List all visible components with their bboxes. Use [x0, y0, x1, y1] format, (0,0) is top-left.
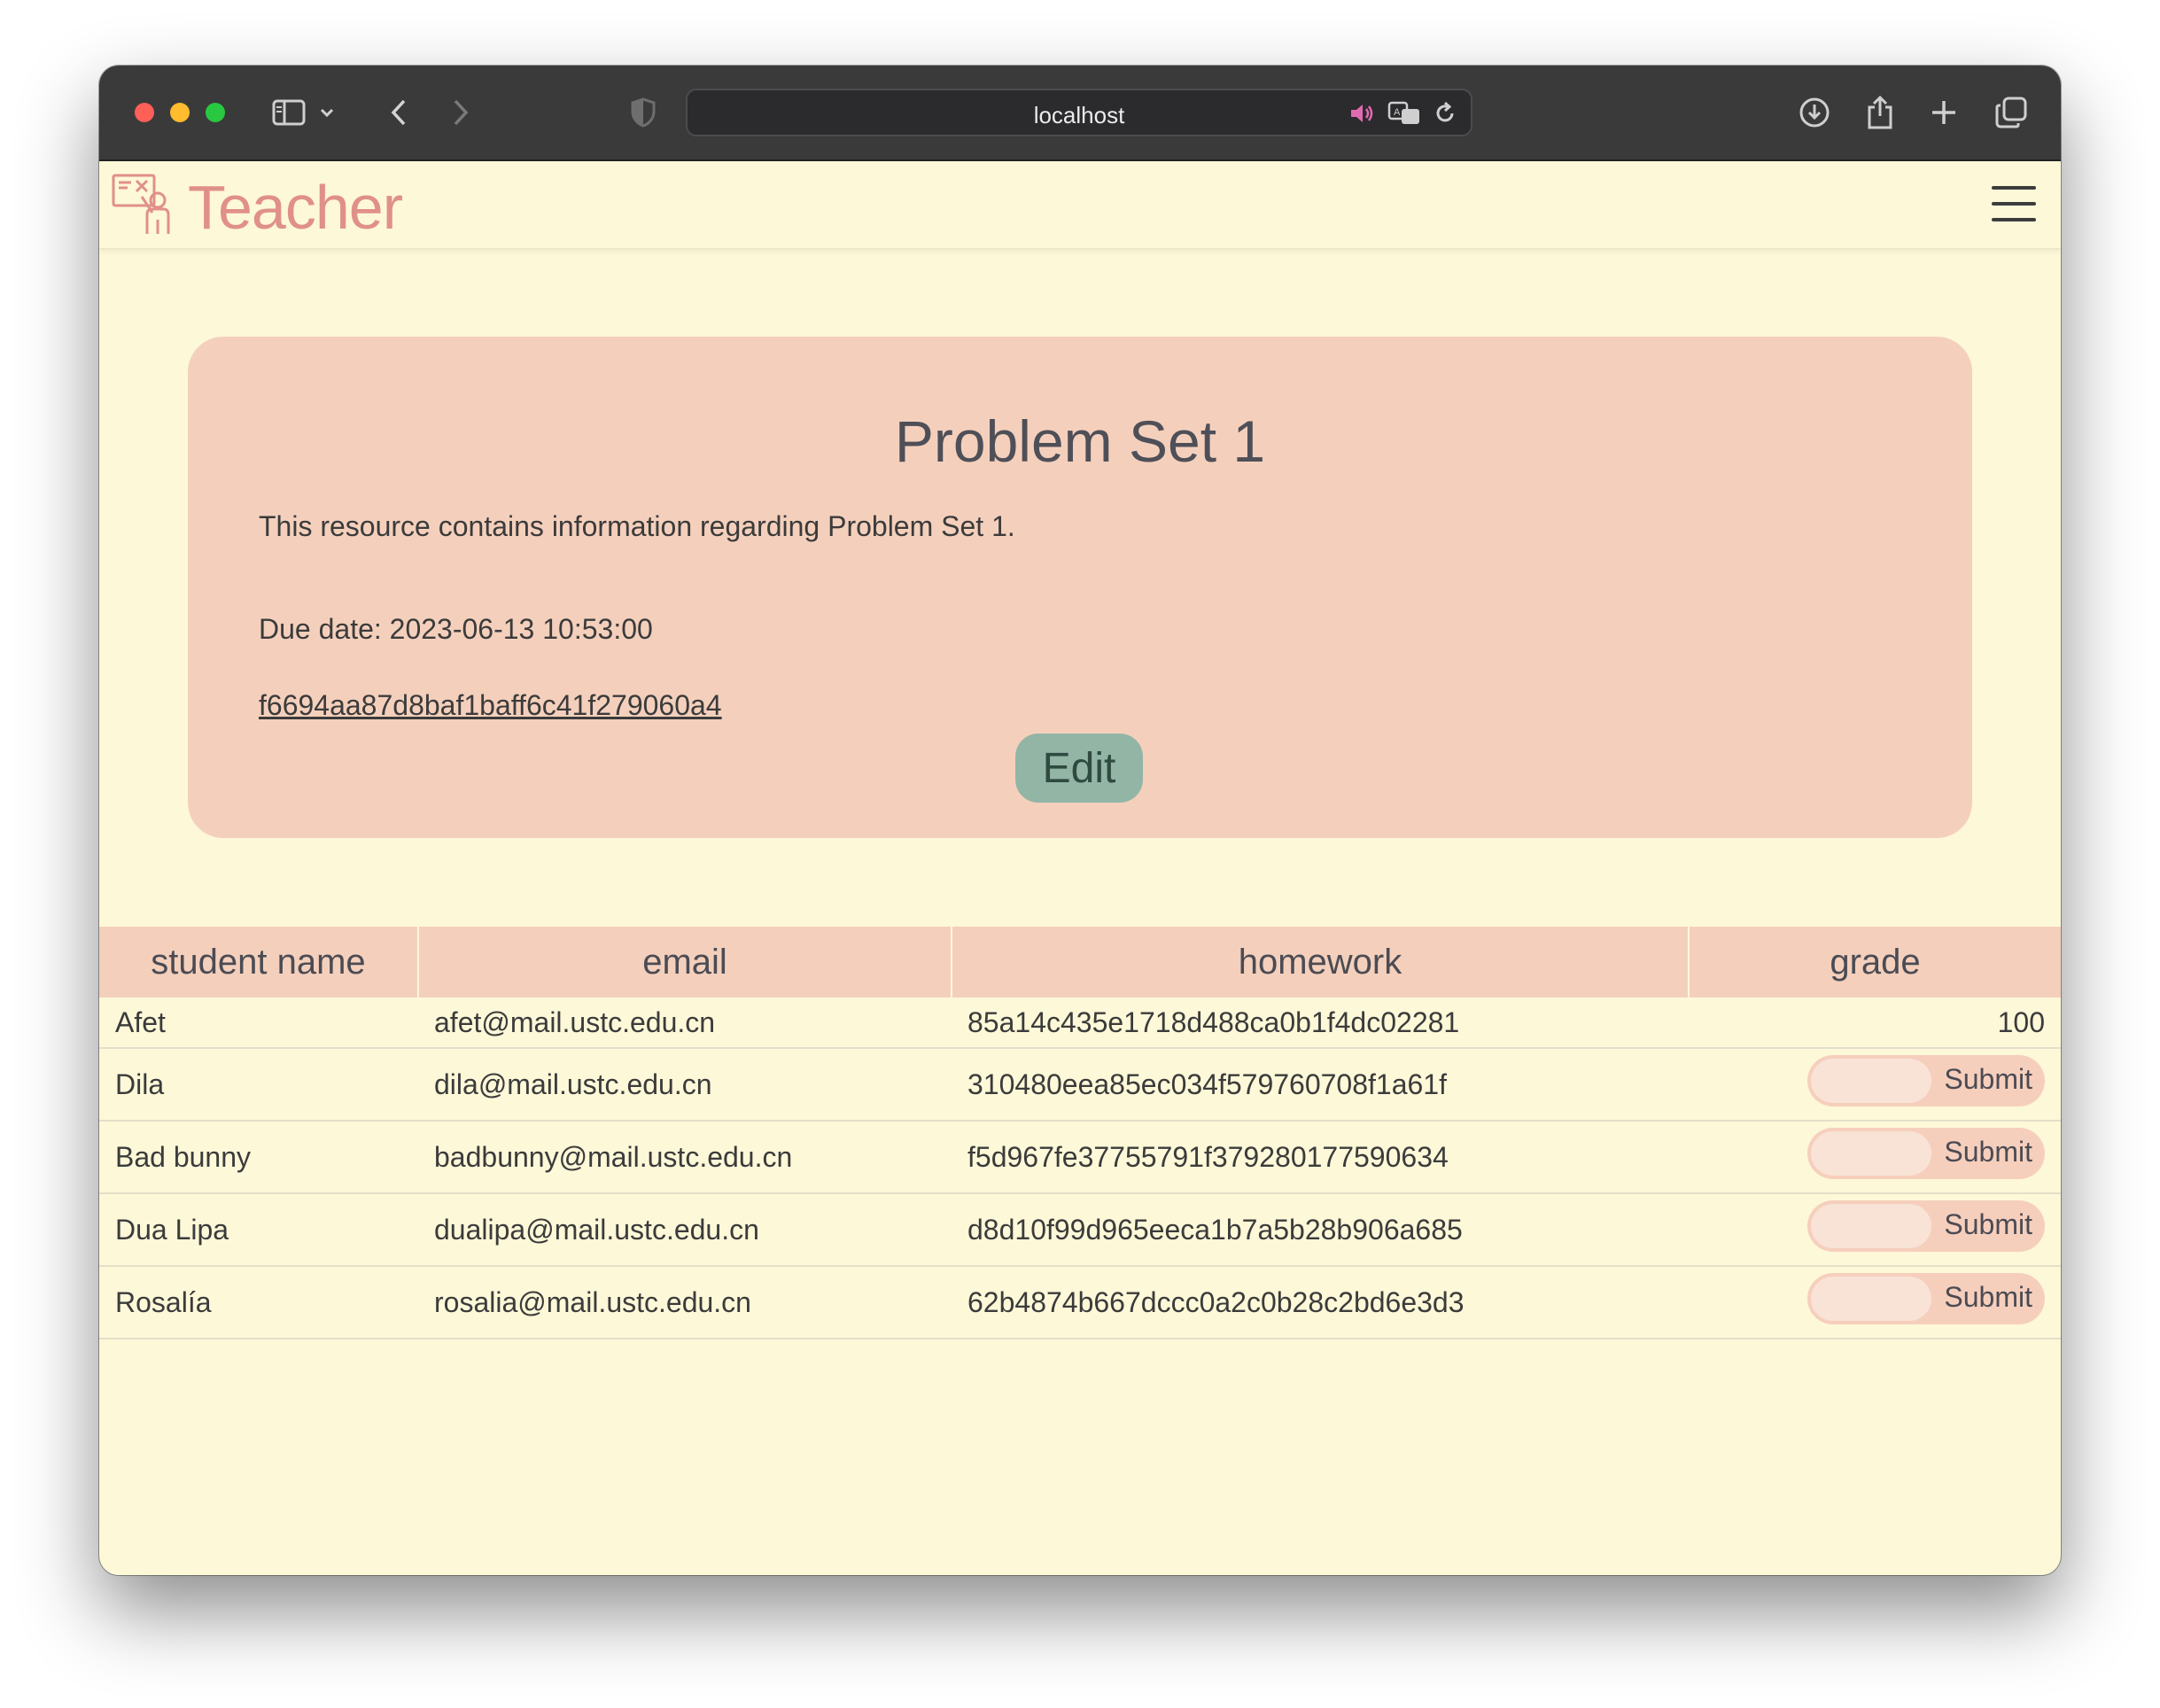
table-header-row: student name email homework grade — [99, 927, 2061, 998]
submit-grade-button[interactable]: Submit — [1944, 1281, 2032, 1314]
due-date: Due date: 2023-06-13 10:53:00 — [259, 613, 653, 645]
table-row: Afet afet@mail.ustc.edu.cn 85a14c435e171… — [99, 998, 2061, 1049]
table-row: Bad bunny badbunny@mail.ustc.edu.cn f5d9… — [99, 1121, 2061, 1194]
grade-cell: Submit — [1689, 1193, 2061, 1267]
homework-cell: d8d10f99d965eeca1b7a5b28b906a685 — [952, 1193, 1689, 1267]
back-icon[interactable] — [379, 92, 418, 133]
forward-icon[interactable] — [441, 92, 480, 133]
student-name-cell: Dila — [99, 1048, 418, 1122]
app-navbar: Teacher — [99, 161, 2061, 249]
column-header-email: email — [417, 927, 952, 998]
tab-overview-icon[interactable] — [1992, 92, 2031, 133]
chevron-down-icon[interactable] — [315, 92, 338, 133]
teacher-logo-icon[interactable] — [112, 172, 175, 242]
grade-cell: Submit — [1689, 1266, 2061, 1339]
grade-value: 100 — [1689, 998, 2061, 1049]
new-tab-icon[interactable] — [1924, 92, 1963, 133]
email-cell: badbunny@mail.ustc.edu.cn — [418, 1121, 952, 1194]
student-name-cell: Rosalía — [99, 1266, 418, 1339]
grade-cell: Submit — [1689, 1121, 2061, 1194]
grade-form: Submit — [1807, 1273, 2045, 1324]
grade-form: Submit — [1807, 1200, 2045, 1252]
downloads-icon[interactable] — [1795, 92, 1834, 133]
table-row: Rosalía rosalia@mail.ustc.edu.cn 62b4874… — [99, 1266, 2061, 1339]
browser-window: localhost A Teacher Problem Set 1 This r… — [99, 66, 2061, 1575]
resource-file-link[interactable]: f6694aa87d8baf1baff6c41f279060a4 — [259, 689, 722, 722]
privacy-shield-icon[interactable] — [624, 92, 663, 133]
student-name-cell: Dua Lipa — [99, 1193, 418, 1267]
table-row: Dila dila@mail.ustc.edu.cn 310480eea85ec… — [99, 1048, 2061, 1122]
brand-title[interactable]: Teacher — [188, 172, 403, 243]
menu-icon[interactable] — [1992, 186, 2036, 221]
grade-input[interactable] — [1811, 1204, 1931, 1248]
grade-form: Submit — [1807, 1055, 2045, 1106]
edit-button[interactable]: Edit — [1015, 734, 1143, 803]
translate-icon[interactable]: A — [1387, 101, 1421, 130]
grade-cell: Submit — [1689, 1048, 2061, 1122]
svg-text:A: A — [1394, 107, 1401, 118]
resource-card: Problem Set 1 This resource contains inf… — [188, 337, 1972, 838]
share-icon[interactable] — [1861, 92, 1900, 133]
audio-playing-icon[interactable] — [1348, 102, 1375, 129]
grade-form: Submit — [1807, 1128, 2045, 1179]
homework-cell: 62b4874b667dccc0a2c0b28c2bd6e3d3 — [952, 1266, 1689, 1339]
email-cell: rosalia@mail.ustc.edu.cn — [418, 1266, 952, 1339]
grade-input[interactable] — [1811, 1059, 1931, 1103]
table-row: Dua Lipa dualipa@mail.ustc.edu.cn d8d10f… — [99, 1193, 2061, 1267]
minimize-window-button[interactable] — [170, 103, 190, 122]
submit-grade-button[interactable]: Submit — [1944, 1136, 2032, 1168]
student-name-cell: Afet — [99, 998, 418, 1049]
homework-cell: f5d967fe37755791f379280177590634 — [952, 1121, 1689, 1194]
email-cell: dila@mail.ustc.edu.cn — [418, 1048, 952, 1122]
zoom-window-button[interactable] — [206, 103, 225, 122]
column-header-grade: grade — [1688, 927, 2061, 998]
address-bar[interactable]: localhost A — [686, 89, 1472, 136]
column-header-homework: homework — [951, 927, 1689, 998]
close-window-button[interactable] — [135, 103, 154, 122]
student-name-cell: Bad bunny — [99, 1121, 418, 1194]
grade-input[interactable] — [1811, 1277, 1931, 1321]
submissions-table: student name email homework grade Afet a… — [99, 927, 2061, 1339]
submit-grade-button[interactable]: Submit — [1944, 1208, 2032, 1241]
email-cell: afet@mail.ustc.edu.cn — [418, 998, 952, 1049]
column-header-student-name: student name — [99, 927, 418, 998]
homework-cell: 85a14c435e1718d488ca0b1f4dc02281 — [952, 998, 1689, 1049]
grade-input[interactable] — [1811, 1131, 1931, 1176]
sidebar-toggle-icon[interactable] — [269, 92, 308, 133]
resource-description: This resource contains information regar… — [259, 510, 1015, 542]
browser-toolbar: localhost A — [99, 66, 2061, 161]
homework-cell: 310480eea85ec034f579760708f1a61f — [952, 1048, 1689, 1122]
reload-icon[interactable] — [1434, 101, 1457, 130]
resource-title: Problem Set 1 — [894, 408, 1266, 474]
submit-grade-button[interactable]: Submit — [1944, 1063, 2032, 1096]
email-cell: dualipa@mail.ustc.edu.cn — [418, 1193, 952, 1267]
